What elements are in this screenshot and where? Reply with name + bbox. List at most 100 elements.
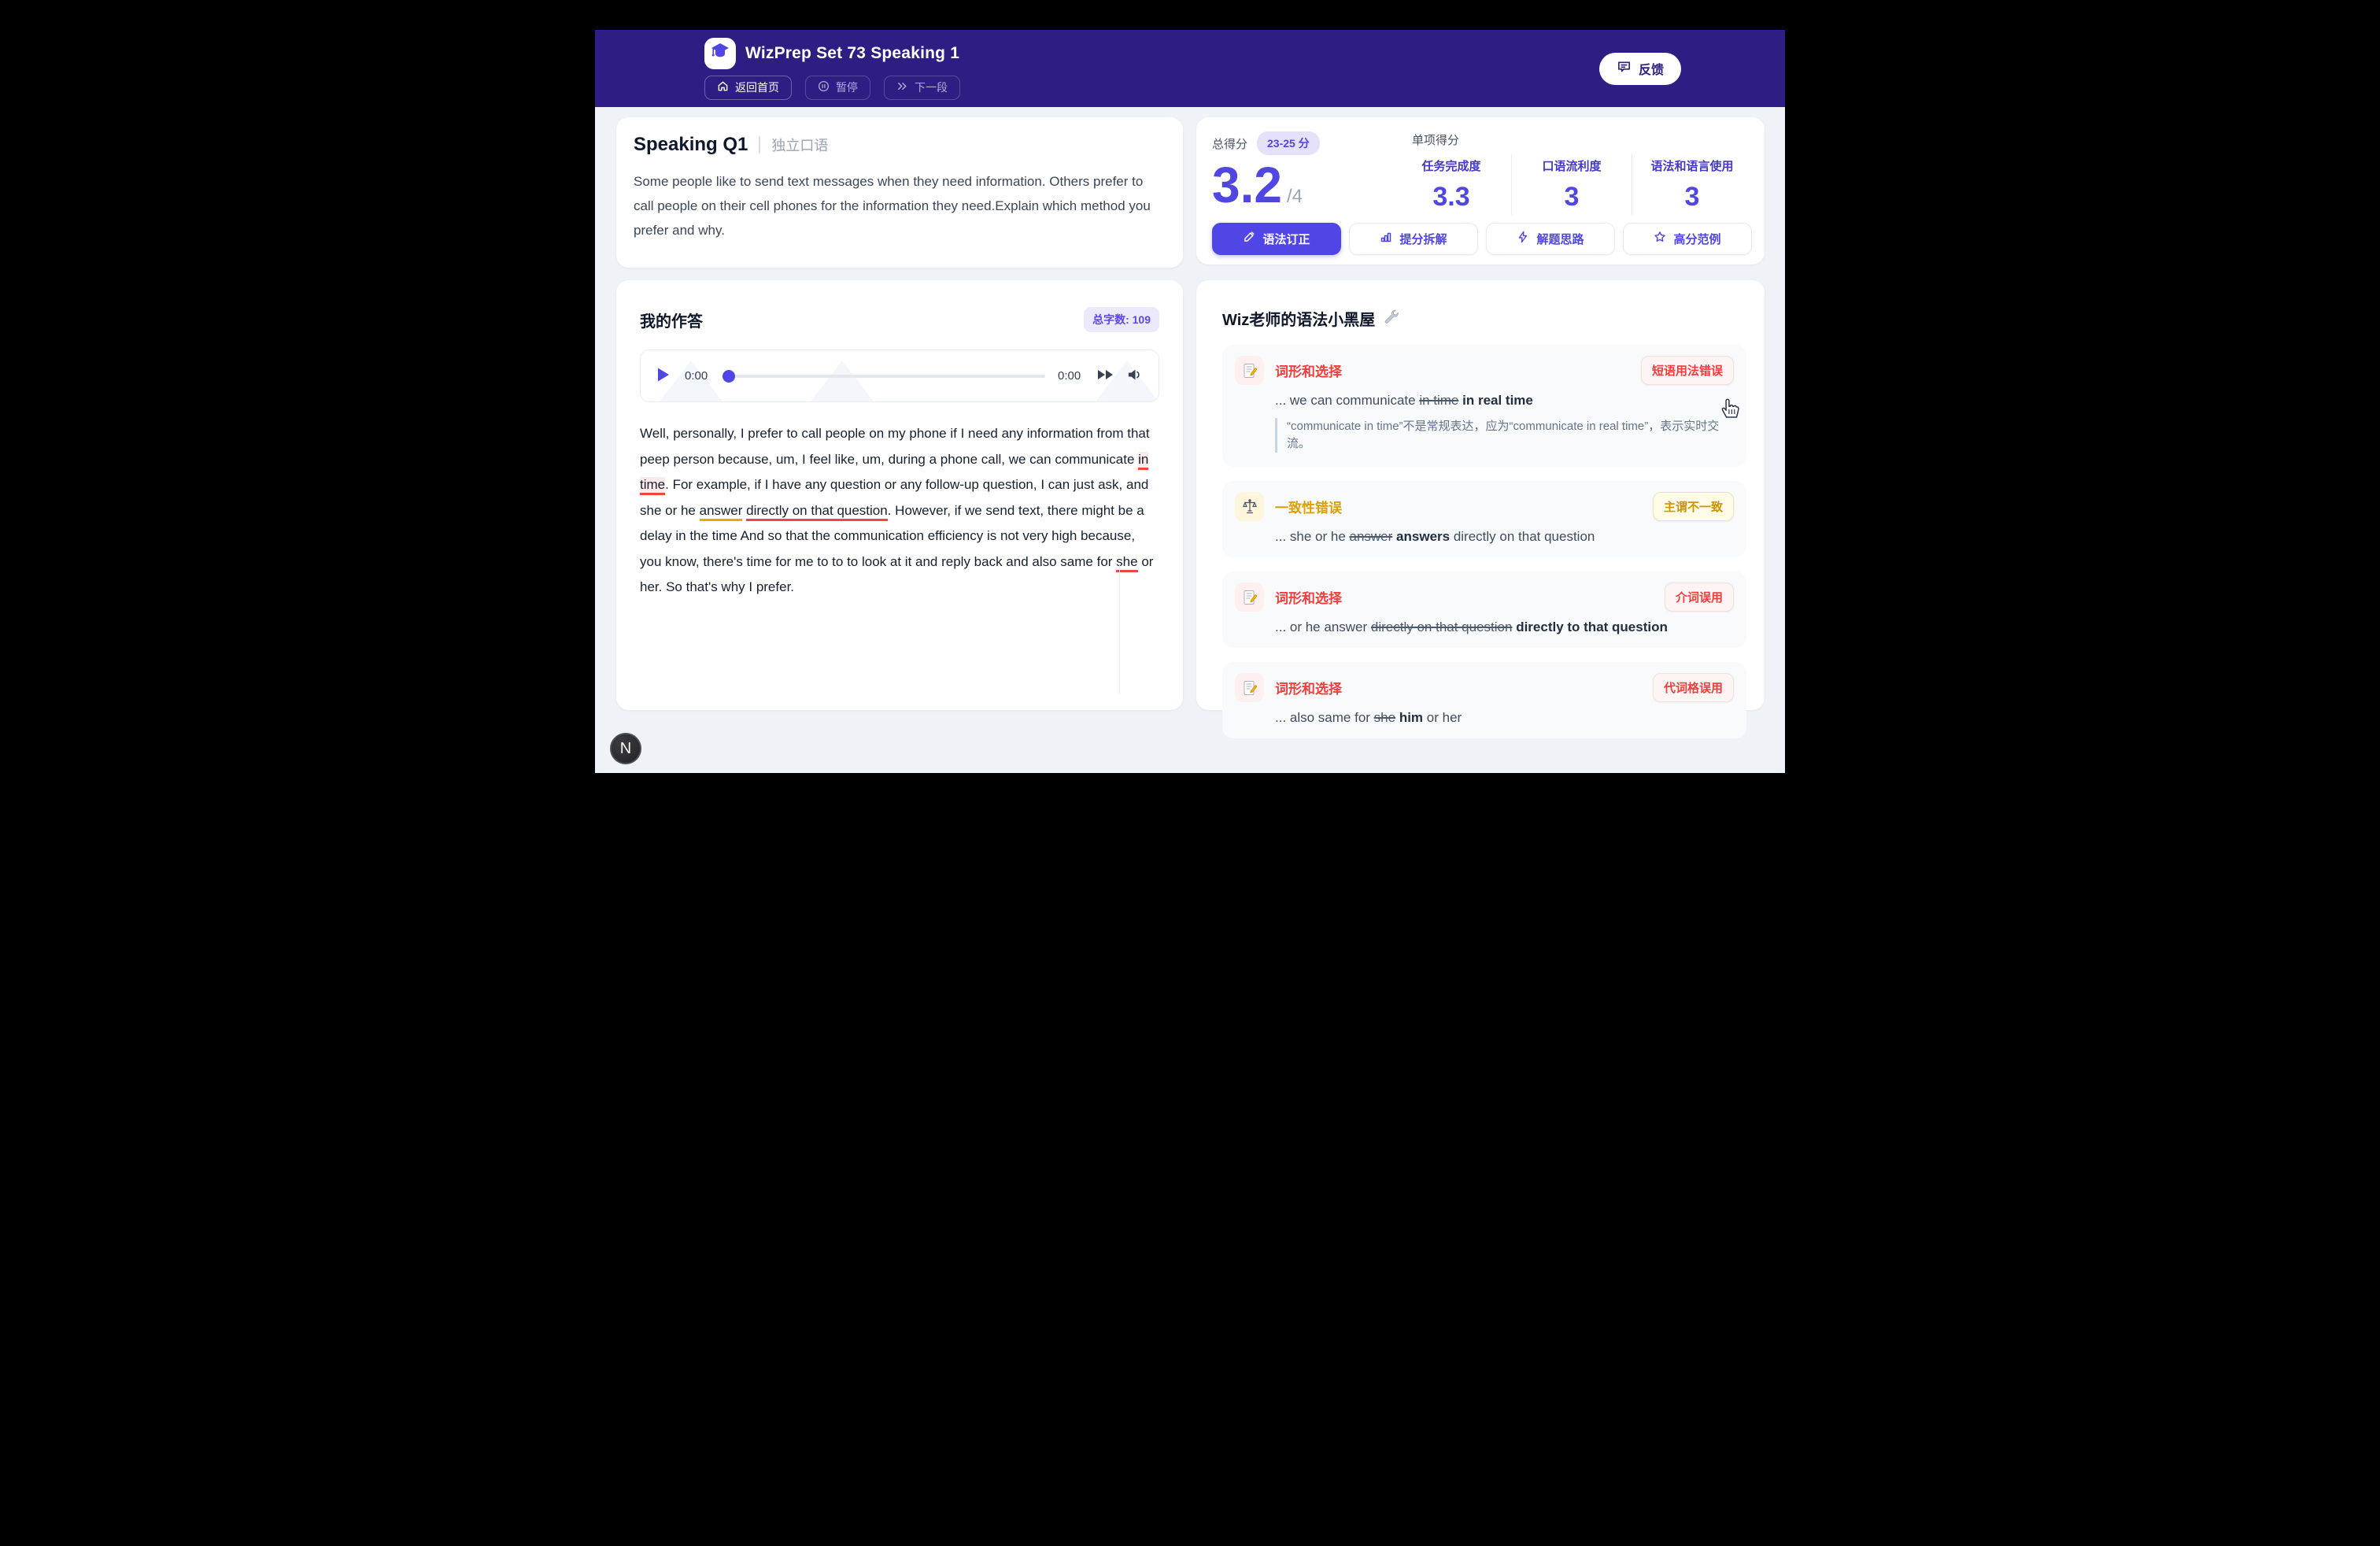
correction-prefix: ... or he answer	[1275, 620, 1371, 634]
my-answer-card: 我的作答 总字数: 109 0:00 0:00	[616, 280, 1183, 710]
memo-icon	[1235, 356, 1264, 385]
volume-button[interactable]	[1127, 368, 1143, 384]
correction-strike: she	[1374, 710, 1395, 725]
score-range-badge: 23-25 分	[1257, 131, 1320, 155]
memo-icon	[1235, 673, 1264, 702]
seek-knob[interactable]	[722, 370, 735, 383]
correction-sentence: ... or he answer directly on that questi…	[1275, 620, 1734, 635]
home-button[interactable]: 返回首页	[704, 76, 792, 100]
total-score-max: /4	[1287, 186, 1303, 208]
next-section-button-label: 下一段	[915, 80, 948, 95]
chevrons-right-icon	[896, 80, 908, 94]
error-category: 词形和选择	[1275, 587, 1342, 607]
total-score-block: 总得分 23-25 分 3.2 /4	[1212, 131, 1391, 215]
tab-model-answer[interactable]: 高分范例	[1623, 223, 1752, 255]
error-category: 词形和选择	[1275, 678, 1342, 697]
tab-grammar-correction-label: 语法订正	[1262, 231, 1310, 247]
word-count-badge: 总字数: 109	[1084, 307, 1159, 332]
pause-button-label: 暂停	[836, 80, 858, 95]
grammar-items-list: 词形和选择 短语用法错误 ... we can communicate in t…	[1222, 345, 1746, 738]
grammar-card: Wiz老师的语法小黑屋 词形和选择 短语用法错误 ... we can comm…	[1196, 280, 1765, 710]
grammar-item-3[interactable]: 词形和选择 介词误用 ... or he answer directly on …	[1222, 571, 1746, 648]
app-header: WizPrep Set 73 Speaking 1 返回首页 暂停 下一段 反	[595, 30, 1785, 107]
subscore-fluency-label: 口语流利度	[1512, 157, 1632, 174]
home-icon	[717, 80, 729, 94]
tab-grammar-correction[interactable]: 语法订正	[1212, 223, 1341, 255]
tab-score-breakdown[interactable]: 提分拆解	[1349, 223, 1478, 255]
tab-model-answer-label: 高分范例	[1673, 231, 1720, 247]
subscores-label: 单项得分	[1412, 131, 1752, 148]
wrench-icon	[1383, 309, 1399, 328]
correction-sentence: ... also same for she him or her	[1275, 710, 1734, 726]
scale-icon	[1235, 492, 1264, 521]
bar-chart-icon	[1380, 231, 1392, 246]
page-title: WizPrep Set 73 Speaking 1	[745, 44, 959, 63]
total-time: 0:00	[1058, 369, 1085, 383]
faint-divider	[1119, 564, 1120, 693]
transcript-segment: Well, personally, I prefer to call peopl…	[640, 426, 1150, 467]
grammar-item-4[interactable]: 词形和选择 代词格误用 ... also same for she him or…	[1222, 662, 1746, 738]
correction-fix: in real time	[1462, 393, 1533, 408]
tab-solution-ideas[interactable]: 解题思路	[1486, 223, 1615, 255]
correction-sentence: ... we can communicate in time in real t…	[1275, 393, 1734, 409]
subscore-fluency: 口语流利度 3	[1511, 154, 1632, 215]
seek-bar[interactable]	[724, 370, 1045, 383]
grammar-card-title: Wiz老师的语法小黑屋	[1222, 307, 1375, 330]
subscore-task-label: 任务完成度	[1391, 157, 1511, 174]
correction-sentence: ... she or he answer answers directly on…	[1275, 529, 1734, 545]
transcript-error-word[interactable]: answer	[700, 503, 743, 521]
pencil-icon	[1243, 231, 1255, 246]
play-button[interactable]	[656, 368, 672, 384]
question-title: Speaking Q1	[634, 134, 748, 156]
correction-fix: answers	[1396, 529, 1450, 544]
next-section-button[interactable]: 下一段	[884, 76, 960, 100]
star-icon	[1654, 231, 1666, 246]
transcript-error-phrase[interactable]: directly on that question	[746, 503, 888, 521]
question-text: Some people like to send text messages w…	[634, 169, 1162, 242]
error-type-badge: 主谓不一致	[1653, 492, 1734, 521]
home-button-label: 返回首页	[735, 80, 779, 95]
browser-black-bar	[595, 0, 1785, 30]
error-type-badge: 代词格误用	[1653, 673, 1734, 702]
nextjs-dev-badge[interactable]: N	[610, 733, 641, 764]
play-icon	[656, 367, 671, 385]
subscore-task: 任务完成度 3.3	[1391, 154, 1511, 215]
score-tabs: 语法订正 提分拆解 解题思路 高分范例	[1212, 223, 1752, 255]
error-category: 一致性错误	[1275, 497, 1342, 516]
correction-note: “communicate in time”不是常规表达，应为“communica…	[1275, 418, 1734, 453]
lightning-icon	[1517, 231, 1529, 246]
app-page: WizPrep Set 73 Speaking 1 返回首页 暂停 下一段 反	[595, 0, 1785, 773]
total-score-value: 3.2	[1212, 157, 1282, 215]
app-logo	[704, 38, 736, 69]
correction-strike: in time	[1419, 393, 1458, 408]
correction-prefix: ... we can communicate	[1275, 393, 1419, 408]
subscore-grammar-label: 语法和语言使用	[1632, 157, 1752, 174]
subscore-grammar-value: 3	[1632, 182, 1752, 213]
memo-icon	[1235, 583, 1264, 612]
subscore-columns: 任务完成度 3.3 口语流利度 3 语法和语言使用 3	[1391, 154, 1752, 215]
audio-player: 0:00 0:00	[640, 350, 1159, 402]
tab-solution-ideas-label: 解题思路	[1536, 231, 1584, 247]
tab-score-breakdown-label: 提分拆解	[1399, 231, 1447, 247]
header-left: WizPrep Set 73 Speaking 1 返回首页 暂停 下一段	[704, 38, 960, 100]
volume-icon	[1127, 368, 1143, 384]
error-type-badge: 短语用法错误	[1641, 356, 1734, 385]
answer-transcript: Well, personally, I prefer to call peopl…	[640, 421, 1159, 601]
my-answer-title: 我的作答	[640, 309, 703, 331]
fast-forward-button[interactable]	[1097, 368, 1114, 383]
grammar-item-1[interactable]: 词形和选择 短语用法错误 ... we can communicate in t…	[1222, 345, 1746, 467]
correction-fix: directly to that question	[1516, 620, 1668, 634]
grammar-item-2[interactable]: 一致性错误 主谓不一致 ... she or he answer answers…	[1222, 481, 1746, 557]
seek-track	[724, 375, 1045, 378]
subscore-task-value: 3.3	[1391, 182, 1511, 213]
correction-fix: him	[1399, 710, 1423, 725]
correction-prefix: ... she or he	[1275, 529, 1350, 544]
pause-button[interactable]: 暂停	[805, 76, 870, 100]
brand-row: WizPrep Set 73 Speaking 1	[704, 38, 960, 69]
feedback-button[interactable]: 反馈	[1599, 53, 1681, 85]
score-card: 总得分 23-25 分 3.2 /4 单项得分 任务完成度 3.3	[1196, 117, 1765, 264]
main-content: Speaking Q1 独立口语 Some people like to sen…	[595, 107, 1785, 710]
subscores-block: 单项得分 任务完成度 3.3 口语流利度 3 语法和语言使用 3	[1391, 131, 1752, 215]
fast-forward-icon	[1097, 368, 1114, 383]
question-title-row: Speaking Q1 独立口语	[634, 134, 1162, 156]
